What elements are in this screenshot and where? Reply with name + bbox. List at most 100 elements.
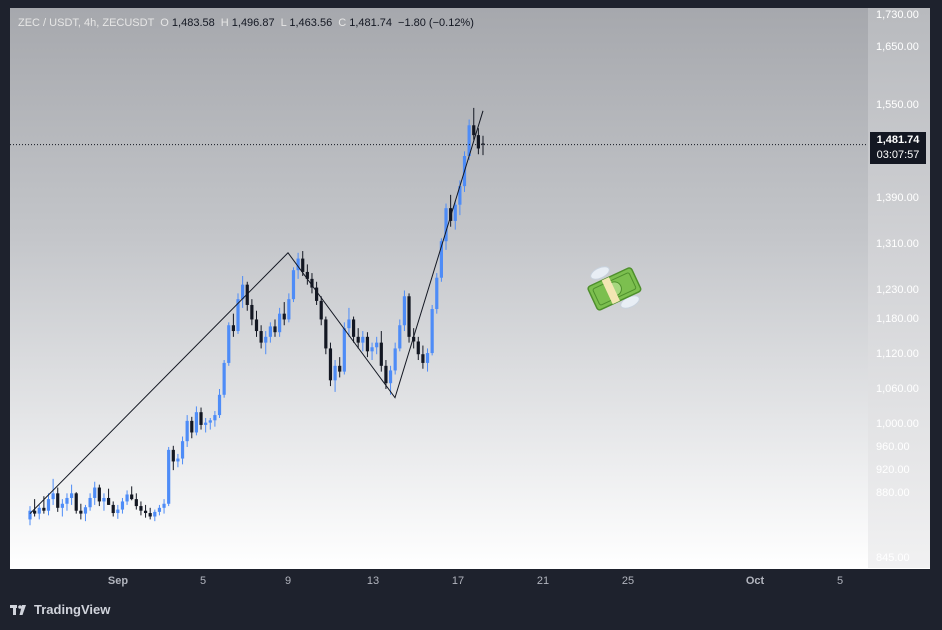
candle-body [60,503,64,508]
candle-body [111,504,115,514]
candle-body [227,325,231,363]
candle-body [319,300,323,320]
candle-body [190,420,194,433]
candle-body [208,420,212,423]
candle-body [46,499,51,511]
price-tick: 1,060.00 [876,383,919,395]
candle-body [42,507,46,511]
legend-close: 1,481.74 [349,17,393,29]
candle-body [217,394,222,416]
price-axis[interactable]: 1,730.00 1,650.00 1,550.00 1,390.00 1,310.00… [868,8,930,568]
candle-body [79,510,83,514]
time-tick: Oct [745,575,765,587]
candle-body [157,507,162,512]
candle-body [204,422,208,425]
candle-body [250,304,254,320]
candle-body [102,497,106,502]
candle-body [194,412,199,433]
time-tick: 9 [284,575,292,587]
candle-body [51,493,55,500]
price-tick: 1,180.00 [876,313,919,326]
candle-body [384,365,388,384]
price-tick: 1,550.00 [876,99,919,111]
candle-body [70,493,74,498]
candle-body [365,336,370,352]
candle-body [222,362,226,395]
candle-body [379,342,383,366]
time-tick: 17 [451,575,465,587]
price-tick: 1,310.00 [876,238,919,251]
legend-low: 1,463.56 [289,17,333,29]
price-tick: 1,730.00 [876,9,919,21]
candle-body [148,513,152,517]
candle-body [472,125,476,136]
candle-body [88,497,92,508]
footer: TradingView [10,602,110,617]
price-tick: 920.00 [876,464,910,477]
price-tick: 880.00 [876,487,910,500]
legend-change: −1.80 (−0.12%) [398,17,474,29]
time-tick: 21 [536,575,550,587]
last-price-label: 1,481.74 [870,132,926,148]
candle-body [97,487,101,502]
candle-body [74,493,78,511]
candle-body [106,497,111,505]
candle-body [425,353,430,363]
brand-name[interactable]: TradingView [34,602,110,617]
candle-body [37,507,41,514]
time-tick: 5 [199,575,207,587]
price-tick: 1,390.00 [876,191,919,204]
candle-body [407,296,411,337]
candle-body [83,507,88,514]
candle-body [176,458,180,462]
price-tick: 845.00 [876,552,910,564]
candle-body [324,319,328,349]
candle-body [393,348,397,371]
bar-countdown-label: 03:07:57 [870,148,926,164]
candle-body [120,501,125,510]
candle-body [134,499,138,507]
chart-frame[interactable]: 1,730.00 1,650.00 1,550.00 1,390.00 1,310.00… [10,8,930,594]
candle-body [370,347,374,352]
legend-open-label: O [160,17,169,29]
candlestick-series[interactable] [10,8,868,568]
time-tick: 13 [366,575,380,587]
candle-body [56,493,60,508]
candle-body [430,309,434,354]
candle-body [328,348,333,381]
candle-body [375,342,379,348]
candle-body [199,412,203,425]
time-tick: Sep [107,575,129,587]
candle-body [356,336,360,343]
time-tick: 25 [621,575,635,587]
legend-open: 1,483.58 [171,17,215,29]
ohlc-legend: ZEC / USDT, 4h, ZECUSDT O 1,483.58 H 1,4… [18,17,474,29]
legend-low-label: L [280,17,287,29]
candle-body [333,365,337,381]
candle-body [162,503,166,508]
candle-body [259,331,263,343]
tradingview-logo-icon[interactable] [10,604,30,616]
candle-body [153,511,157,517]
candle-body [185,420,189,442]
candle-body [278,313,282,333]
price-tick: 1,120.00 [876,348,919,361]
price-tick: 1,650.00 [876,41,919,54]
price-tick: 1,230.00 [876,284,919,297]
candle-body [282,313,286,320]
candle-body [268,326,272,337]
candle-body [421,354,425,363]
candle-body [398,325,402,349]
candle-body [388,370,393,384]
candle-body [93,487,97,498]
candle-body [125,494,129,502]
legend-close-label: C [338,17,347,29]
time-axis[interactable]: Sep 5 9 13 17 21 25 Oct 5 [10,568,930,594]
candle-body [347,319,351,329]
legend-high-label: H [220,17,229,29]
candle-body [65,497,69,504]
candle-body [273,326,277,333]
candle-body [180,441,185,459]
candle-body [231,325,235,332]
candle-body [171,449,175,462]
